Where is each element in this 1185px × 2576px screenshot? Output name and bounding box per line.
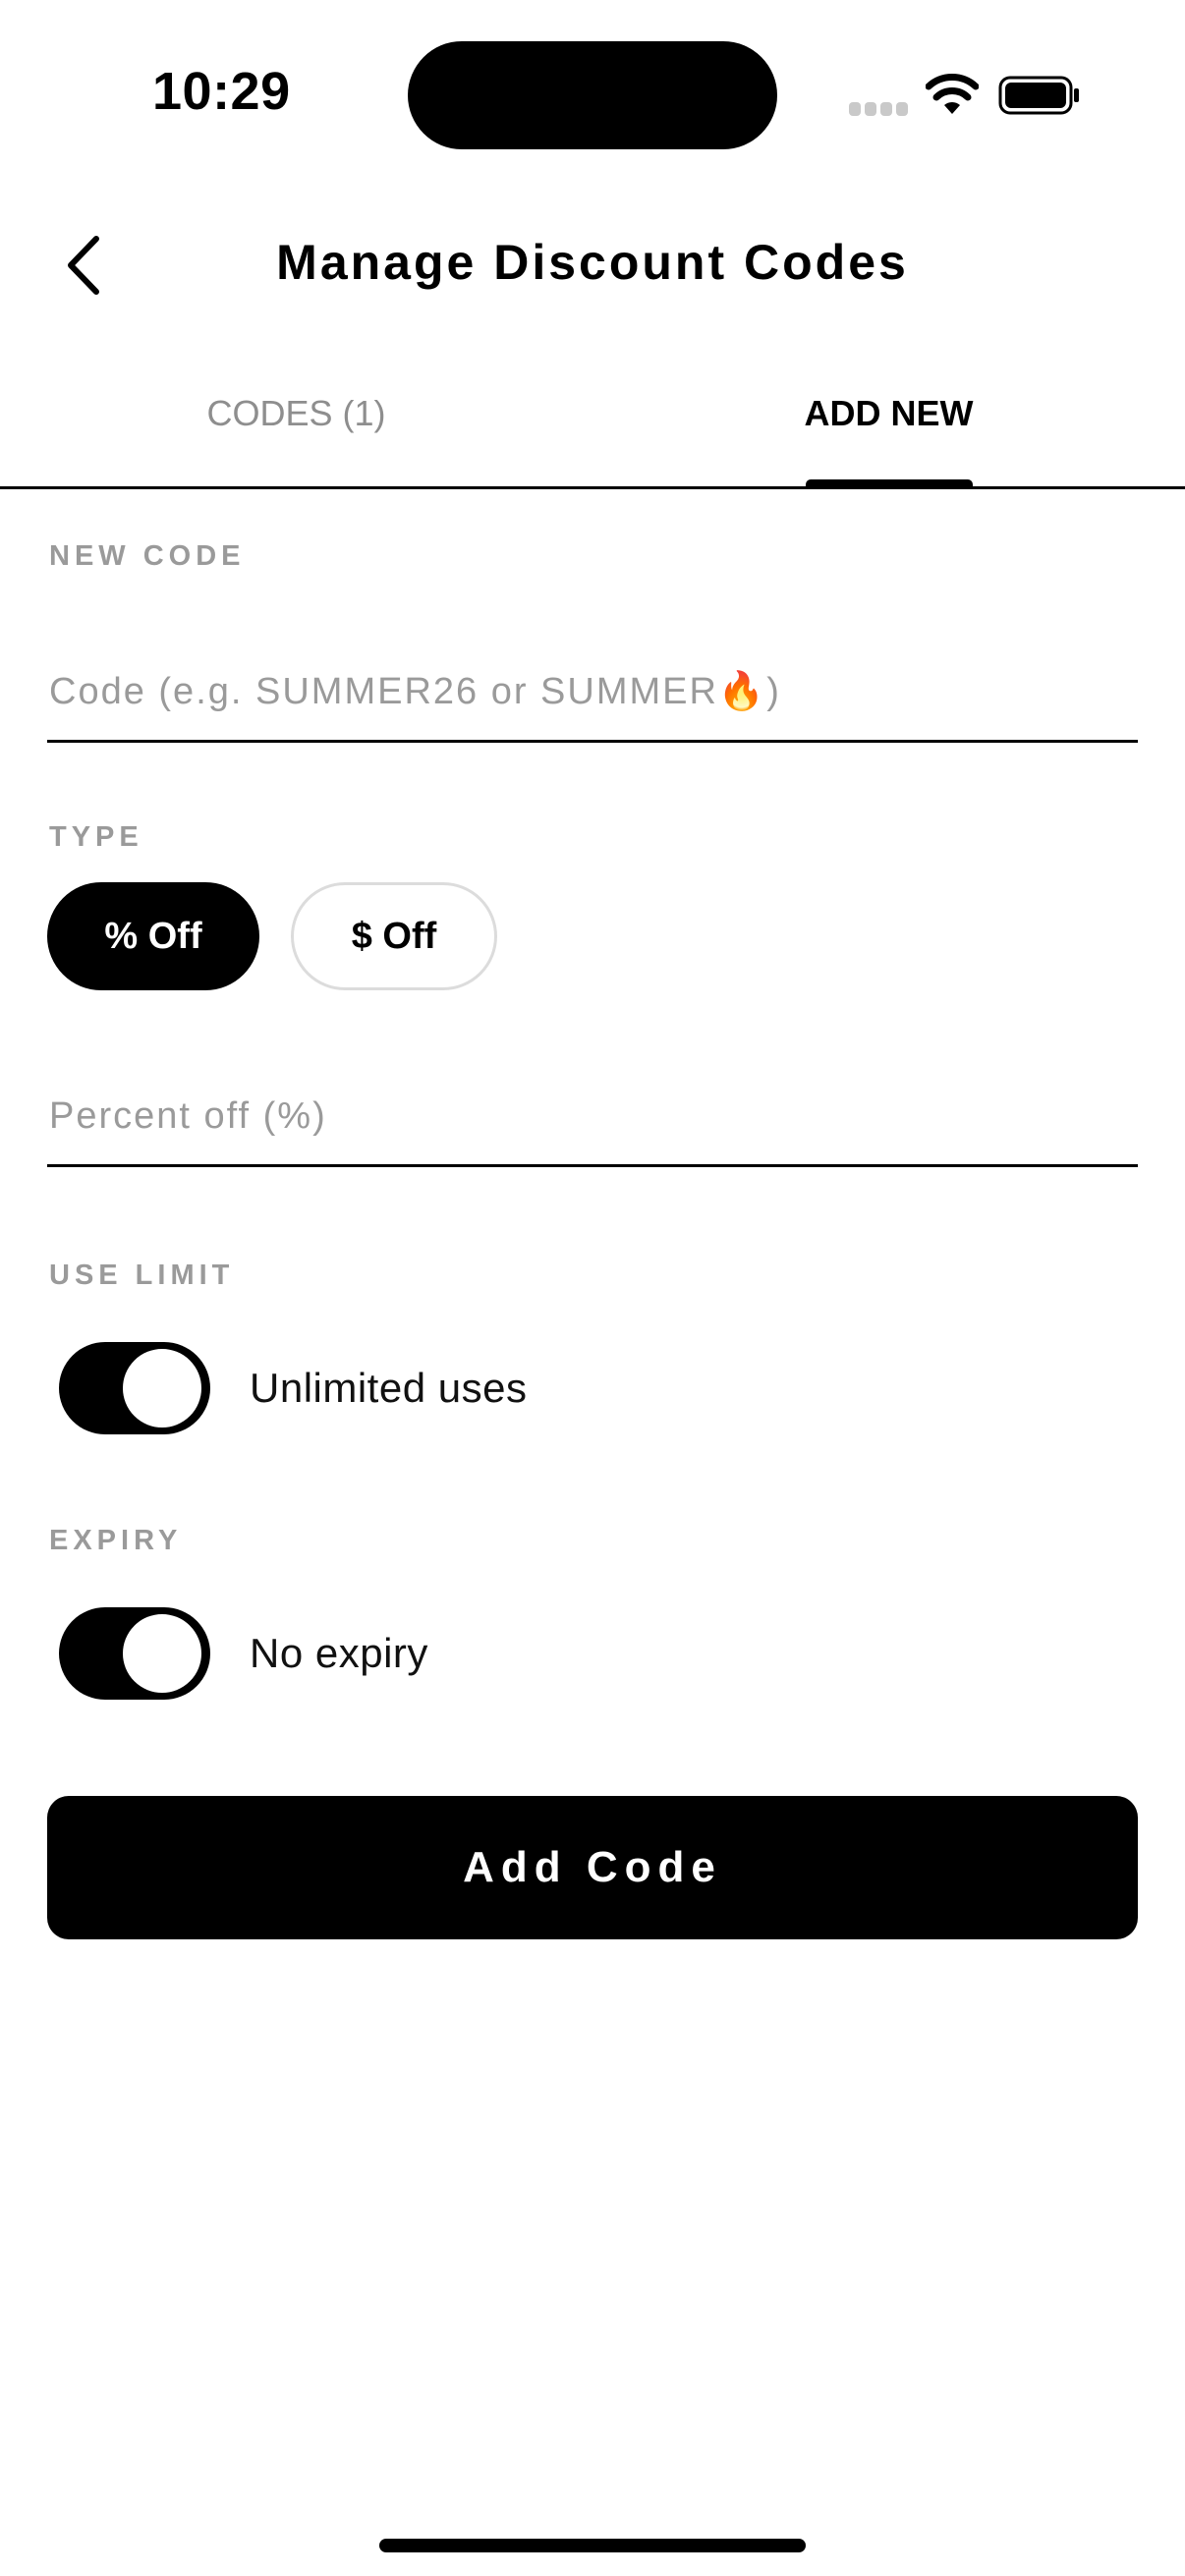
percent-off-option[interactable]: % Off	[47, 882, 259, 990]
toggle-knob	[120, 1346, 204, 1430]
page-title: Manage Discount Codes	[276, 235, 909, 290]
use-limit-label: USE LIMIT	[49, 1260, 235, 1291]
home-indicator	[379, 2539, 806, 2552]
code-field	[47, 644, 1138, 743]
status-time: 10:29	[152, 62, 291, 121]
unlimited-uses-toggle[interactable]	[59, 1342, 210, 1434]
expiry-label: EXPIRY	[49, 1525, 183, 1556]
dynamic-island	[408, 41, 777, 149]
dollar-off-option[interactable]: $ Off	[291, 882, 497, 990]
toggle-knob	[120, 1611, 204, 1696]
percent-field	[47, 1069, 1138, 1167]
unlimited-uses-label: Unlimited uses	[250, 1365, 528, 1411]
battery-icon	[998, 76, 1079, 115]
code-input[interactable]	[47, 644, 1138, 740]
no-expiry-toggle[interactable]	[59, 1607, 210, 1700]
add-code-button[interactable]: Add Code	[47, 1796, 1138, 1939]
tab-bar: CODES (1) ADD NEW	[0, 354, 1185, 489]
type-label: TYPE	[49, 821, 143, 853]
unlimited-uses-row: Unlimited uses	[59, 1342, 527, 1434]
no-expiry-row: No expiry	[59, 1607, 428, 1700]
tab-codes[interactable]: CODES (1)	[0, 393, 592, 434]
wifi-icon	[926, 74, 979, 114]
new-code-label: NEW CODE	[49, 540, 246, 572]
percent-off-input[interactable]	[47, 1069, 1138, 1164]
tab-add-new[interactable]: ADD NEW	[592, 393, 1185, 434]
cellular-signal-icon	[849, 102, 908, 116]
type-selector: % Off $ Off	[47, 882, 497, 990]
active-tab-indicator	[806, 479, 973, 489]
no-expiry-label: No expiry	[250, 1630, 428, 1676]
